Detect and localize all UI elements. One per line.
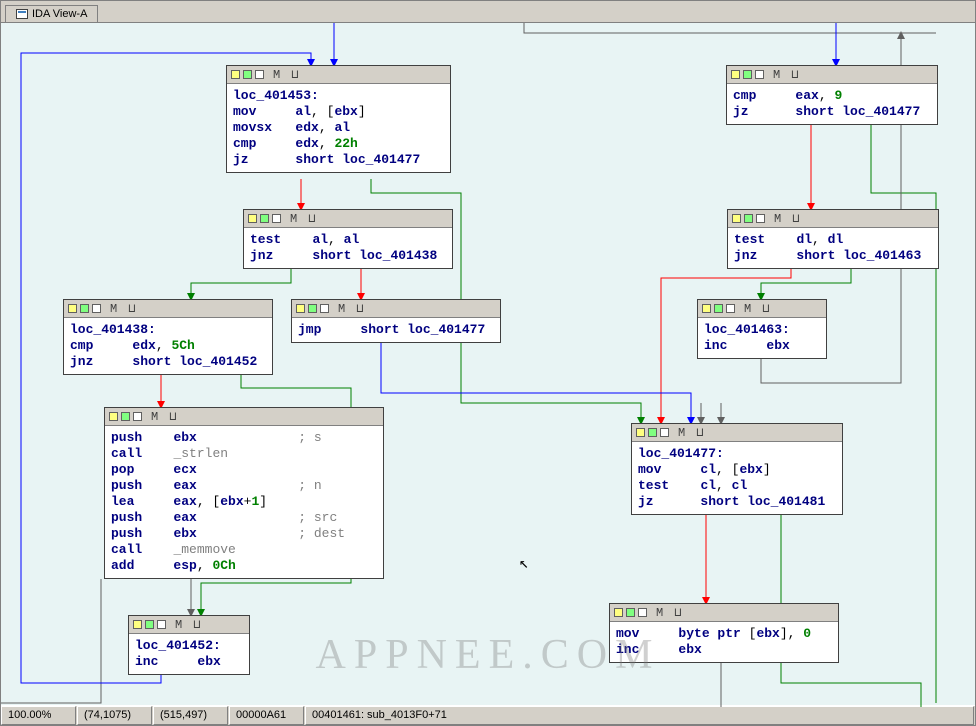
- node-body: mov byte ptr [ebx], 0 inc ebx: [610, 622, 838, 662]
- header-text: M ⊔: [290, 211, 318, 227]
- box-icon[interactable]: [755, 70, 764, 79]
- node-strlen-memmove[interactable]: M ⊔ push ebx ; s call _strlen pop ecx pu…: [104, 407, 384, 579]
- collapse-icon[interactable]: [732, 214, 741, 223]
- collapse-icon[interactable]: [636, 428, 645, 437]
- node-mov-byte-ptr[interactable]: M ⊔ mov byte ptr [ebx], 0 inc ebx: [609, 603, 839, 663]
- node-header[interactable]: M ⊔: [610, 604, 838, 622]
- node-header[interactable]: M ⊔: [227, 66, 450, 84]
- graph-canvas[interactable]: M ⊔ loc_401453: mov al, [ebx] movsx edx,…: [1, 23, 975, 707]
- status-coord2: (515,497): [153, 706, 228, 725]
- node-body: test al, al jnz short loc_401438: [244, 228, 452, 268]
- box-icon[interactable]: [92, 304, 101, 313]
- color-icon[interactable]: [648, 428, 657, 437]
- node-header[interactable]: M ⊔: [632, 424, 842, 442]
- box-icon[interactable]: [726, 304, 735, 313]
- color-icon[interactable]: [744, 214, 753, 223]
- box-icon[interactable]: [660, 428, 669, 437]
- node-loc-401438[interactable]: M ⊔ loc_401438: cmp edx, 5Ch jnz short l…: [63, 299, 273, 375]
- node-body: loc_401453: mov al, [ebx] movsx edx, al …: [227, 84, 450, 172]
- node-body: cmp eax, 9 jz short loc_401477: [727, 84, 937, 124]
- box-icon[interactable]: [272, 214, 281, 223]
- status-coord1: (74,1075): [77, 706, 152, 725]
- header-text: M ⊔: [656, 605, 684, 621]
- node-body: test dl, dl jnz short loc_401463: [728, 228, 938, 268]
- color-icon[interactable]: [243, 70, 252, 79]
- header-text: M ⊔: [678, 425, 706, 441]
- status-bar: 100.00% (74,1075) (515,497) 00000A61 004…: [1, 705, 975, 725]
- header-text: M ⊔: [744, 301, 772, 317]
- color-icon[interactable]: [145, 620, 154, 629]
- header-text: M ⊔: [110, 301, 138, 317]
- header-text: M ⊔: [175, 617, 203, 633]
- color-icon[interactable]: [714, 304, 723, 313]
- status-offset: 00000A61: [229, 706, 304, 725]
- color-icon[interactable]: [743, 70, 752, 79]
- node-test-al[interactable]: M ⊔ test al, al jnz short loc_401438: [243, 209, 453, 269]
- collapse-icon[interactable]: [702, 304, 711, 313]
- tab-label: IDA View-A: [32, 8, 87, 20]
- header-text: M ⊔: [273, 67, 301, 83]
- header-text: M ⊔: [338, 301, 366, 317]
- collapse-icon[interactable]: [248, 214, 257, 223]
- node-header[interactable]: M ⊔: [129, 616, 249, 634]
- cursor-icon: ↖: [519, 553, 529, 573]
- node-cmp-eax-9[interactable]: M ⊔ cmp eax, 9 jz short loc_401477: [726, 65, 938, 125]
- node-loc-401452[interactable]: M ⊔ loc_401452: inc ebx: [128, 615, 250, 675]
- tab-bar: IDA View-A: [1, 1, 975, 23]
- box-icon[interactable]: [320, 304, 329, 313]
- header-text: M ⊔: [151, 409, 179, 425]
- color-icon[interactable]: [308, 304, 317, 313]
- node-body: loc_401463: inc ebx: [698, 318, 826, 358]
- node-header[interactable]: M ⊔: [292, 300, 500, 318]
- box-icon[interactable]: [255, 70, 264, 79]
- color-icon[interactable]: [121, 412, 130, 421]
- collapse-icon[interactable]: [296, 304, 305, 313]
- header-text: M ⊔: [773, 67, 801, 83]
- node-body: loc_401452: inc ebx: [129, 634, 249, 674]
- box-icon[interactable]: [157, 620, 166, 629]
- tab-ida-view-a[interactable]: IDA View-A: [5, 5, 98, 22]
- node-header[interactable]: M ⊔: [727, 66, 937, 84]
- collapse-icon[interactable]: [614, 608, 623, 617]
- node-header[interactable]: M ⊔: [698, 300, 826, 318]
- status-addr: 00401461: sub_4013F0+71: [305, 706, 974, 725]
- node-jmp[interactable]: M ⊔ jmp short loc_401477: [291, 299, 501, 343]
- node-test-dl[interactable]: M ⊔ test dl, dl jnz short loc_401463: [727, 209, 939, 269]
- node-header[interactable]: M ⊔: [244, 210, 452, 228]
- collapse-icon[interactable]: [731, 70, 740, 79]
- node-loc-401453[interactable]: M ⊔ loc_401453: mov al, [ebx] movsx edx,…: [226, 65, 451, 173]
- node-body: jmp short loc_401477: [292, 318, 500, 342]
- collapse-icon[interactable]: [231, 70, 240, 79]
- node-loc-401477[interactable]: M ⊔ loc_401477: mov cl, [ebx] test cl, c…: [631, 423, 843, 515]
- color-icon[interactable]: [260, 214, 269, 223]
- box-icon[interactable]: [756, 214, 765, 223]
- node-loc-401463[interactable]: M ⊔ loc_401463: inc ebx: [697, 299, 827, 359]
- collapse-icon[interactable]: [133, 620, 142, 629]
- node-body: loc_401438: cmp edx, 5Ch jnz short loc_4…: [64, 318, 272, 374]
- collapse-icon[interactable]: [109, 412, 118, 421]
- header-text: M ⊔: [774, 211, 802, 227]
- node-header[interactable]: M ⊔: [64, 300, 272, 318]
- node-header[interactable]: M ⊔: [728, 210, 938, 228]
- color-icon[interactable]: [626, 608, 635, 617]
- color-icon[interactable]: [80, 304, 89, 313]
- box-icon[interactable]: [638, 608, 647, 617]
- collapse-icon[interactable]: [68, 304, 77, 313]
- node-header[interactable]: M ⊔: [105, 408, 383, 426]
- node-body: loc_401477: mov cl, [ebx] test cl, cl jz…: [632, 442, 842, 514]
- status-zoom[interactable]: 100.00%: [1, 706, 76, 725]
- box-icon[interactable]: [133, 412, 142, 421]
- document-icon: [16, 9, 28, 19]
- node-body: push ebx ; s call _strlen pop ecx push e…: [105, 426, 383, 578]
